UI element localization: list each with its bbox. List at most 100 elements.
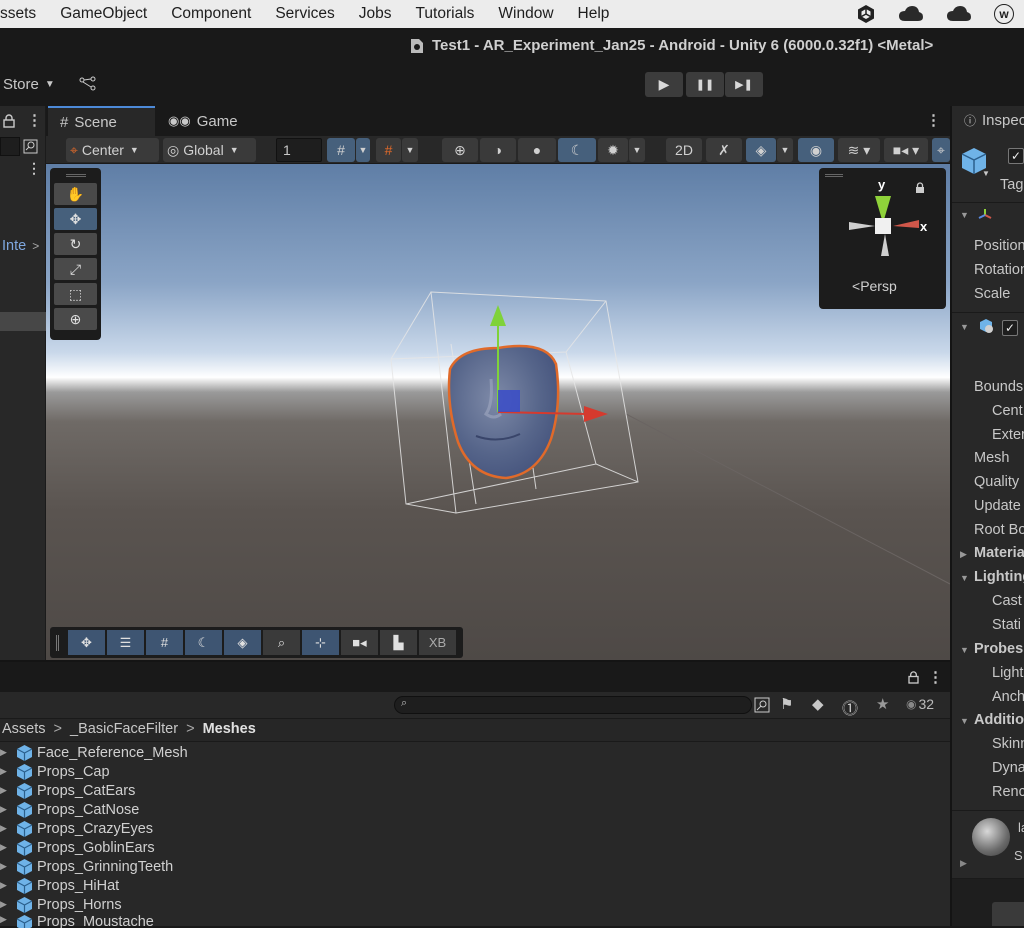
menu-window[interactable]: Window	[474, 5, 553, 23]
menu-gameobject[interactable]: GameObject	[36, 5, 147, 23]
increment-snap-dropdown[interactable]: ▼	[402, 138, 418, 162]
projection-toggle[interactable]: <Persp	[852, 278, 897, 294]
expand-arrow-icon[interactable]: ▶	[0, 823, 10, 834]
orientation-gizmo[interactable]: y x <Persp	[819, 168, 946, 309]
overlay-search-button[interactable]: ⌕	[263, 630, 300, 655]
list-item[interactable]: ▶ Props_GrinningTeeth	[0, 857, 173, 876]
drag-handle[interactable]	[825, 174, 843, 177]
effects-toggle-button[interactable]: ◈	[746, 138, 776, 162]
store-dropdown[interactable]: Store ▼	[3, 76, 55, 93]
drag-handle[interactable]	[56, 635, 59, 651]
filter-by-label-icon[interactable]: ◆	[812, 695, 824, 713]
hand-tool-button[interactable]: ✋	[54, 183, 97, 205]
tab-scene[interactable]: # Scene	[48, 106, 155, 136]
shaded-button[interactable]: ●	[518, 138, 556, 162]
tab-inspector[interactable]: ⓘ Inspec	[952, 106, 1024, 134]
scene-viewport[interactable]	[46, 164, 950, 660]
hierarchy-item[interactable]: Inte >	[0, 236, 46, 256]
menu-help[interactable]: Help	[554, 5, 610, 23]
overlay-move-button[interactable]: ✥	[68, 630, 105, 655]
audio-toggle-button[interactable]: ✗	[706, 138, 742, 162]
overlay-camera-button[interactable]: ■◂	[341, 630, 378, 655]
add-component-button[interactable]	[992, 902, 1024, 926]
play-button[interactable]: ▶	[645, 72, 683, 97]
overlay-lighting-button[interactable]: ☾	[185, 630, 222, 655]
cloud-icon[interactable]	[946, 5, 972, 23]
expand-arrow-icon[interactable]: ▶	[0, 766, 10, 777]
hidden-packages-toggle[interactable]: ◉ 32	[906, 696, 934, 712]
grid-snap-button[interactable]: #	[327, 138, 355, 162]
list-item[interactable]: ▶ Props_Horns	[0, 895, 122, 914]
increment-snap-button[interactable]: #	[376, 138, 401, 162]
search-filter-icon[interactable]	[754, 697, 770, 713]
step-button[interactable]: ▶❚	[725, 72, 763, 97]
expand-arrow-icon[interactable]: ▶	[0, 842, 10, 853]
scale-tool-button[interactable]: ⤢	[54, 258, 97, 280]
collapse-arrow-icon[interactable]: ▼	[960, 322, 969, 332]
shaded-wire-button[interactable]: ◑	[480, 138, 516, 162]
component-enabled-checkbox[interactable]: ✓	[1002, 320, 1018, 336]
additional-settings-section[interactable]: Additio	[974, 712, 1024, 728]
list-item[interactable]: ▶ Face_Reference_Mesh	[0, 743, 188, 762]
expand-arrow-icon[interactable]: ▶	[0, 785, 10, 796]
overlay-layers-button[interactable]: ◈	[224, 630, 261, 655]
breadcrumb-assets[interactable]: Assets	[2, 721, 46, 737]
overlay-pivot-button[interactable]: ⊹	[302, 630, 339, 655]
expand-arrow-icon[interactable]: ▶	[0, 804, 10, 815]
list-item[interactable]: ▶ Props_CatEars	[0, 781, 135, 800]
grid-snap-dropdown[interactable]: ▼	[356, 138, 370, 162]
debug-draw-dropdown[interactable]: ▼	[629, 138, 645, 162]
camera-dropdown[interactable]: ■◂ ▾	[884, 138, 928, 162]
warning-filter-icon[interactable]: ⓵	[842, 695, 858, 719]
pivot-mode-dropdown[interactable]: ⌖ Center ▼	[66, 138, 159, 162]
expand-arrow-icon[interactable]: ▶	[0, 747, 10, 758]
materials-section[interactable]: Materia	[974, 545, 1024, 561]
overlay-buildings-button[interactable]: ▙	[380, 630, 417, 655]
expand-arrow-icon[interactable]: ▶	[960, 549, 967, 560]
filter-by-type-icon[interactable]: ⚑	[780, 695, 793, 713]
project-search-input[interactable]: ⌕	[394, 696, 752, 714]
search-filter-icon[interactable]	[23, 139, 38, 154]
drag-handle[interactable]	[65, 174, 86, 177]
transform-tool-button[interactable]: ⊕	[54, 308, 97, 330]
collapse-arrow-icon[interactable]: ▼	[960, 210, 969, 220]
tab-game[interactable]: ◉◉ Game	[156, 106, 256, 136]
scene-visibility-button[interactable]: ◉	[798, 138, 834, 162]
list-item[interactable]: ▶ Props_CatNose	[0, 800, 139, 819]
list-item[interactable]: ▶ Props_CrazyEyes	[0, 819, 153, 838]
collapse-arrow-icon[interactable]: ▼	[960, 716, 969, 726]
menu-services[interactable]: Services	[251, 5, 334, 23]
collapse-arrow-icon[interactable]: ▼	[960, 645, 969, 655]
expand-arrow-icon[interactable]: ▶	[0, 899, 10, 910]
unity-icon[interactable]	[856, 4, 876, 24]
lighting-button[interactable]: ☾	[558, 138, 596, 162]
expand-arrow-icon[interactable]: ▶	[0, 861, 10, 872]
hierarchy-selected-row[interactable]	[0, 312, 46, 331]
draw-mode-button[interactable]: ⊕	[442, 138, 478, 162]
version-control-icon[interactable]	[79, 76, 97, 92]
account-icon[interactable]: w	[994, 4, 1014, 24]
effects-dropdown[interactable]: ▼	[777, 138, 793, 162]
menu-assets[interactable]: ssets	[0, 5, 36, 23]
kebab-menu-icon[interactable]: ⋮	[27, 111, 42, 129]
overlay-align-button[interactable]: ☰	[107, 630, 144, 655]
collapse-arrow-icon[interactable]: ▼	[960, 573, 969, 583]
lock-icon[interactable]	[908, 671, 919, 684]
2d-toggle-button[interactable]: 2D	[666, 138, 702, 162]
move-tool-button[interactable]: ✥	[54, 208, 97, 230]
lighting-section[interactable]: Lighting	[974, 569, 1024, 585]
cloud-icon[interactable]	[898, 5, 924, 23]
pause-button[interactable]: ❚❚	[686, 72, 724, 97]
list-item[interactable]: ▶ Props_Cap	[0, 762, 110, 781]
list-item[interactable]: ▶ Props_GoblinEars	[0, 838, 155, 857]
grid-size-input[interactable]: 1	[276, 138, 322, 162]
gizmos-button[interactable]: ⌖	[932, 138, 950, 162]
expand-arrow-icon[interactable]: ▶	[0, 880, 10, 891]
list-item[interactable]: ▶ Props_HiHat	[0, 876, 119, 895]
menu-jobs[interactable]: Jobs	[335, 5, 392, 23]
debug-draw-button[interactable]: ✹	[598, 138, 628, 162]
breadcrumb-meshes[interactable]: Meshes	[203, 721, 256, 737]
overlay-grid-button[interactable]: #	[146, 630, 183, 655]
space-mode-dropdown[interactable]: ◎ Global ▼	[163, 138, 256, 162]
kebab-menu-icon[interactable]: ⋮	[926, 111, 941, 129]
